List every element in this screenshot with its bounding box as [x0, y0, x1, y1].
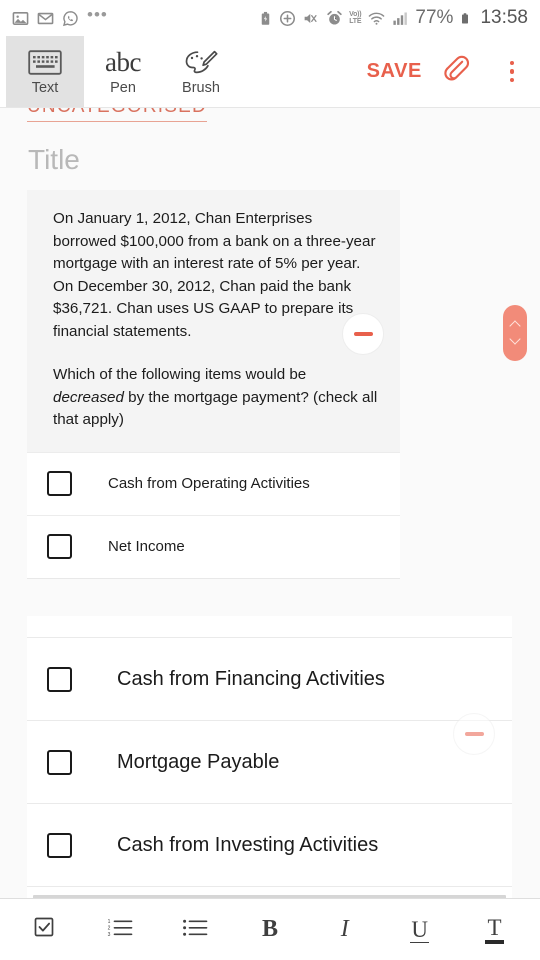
image-icon	[12, 10, 29, 27]
checkbox-list-button[interactable]	[19, 907, 71, 953]
bold-button[interactable]: B	[244, 907, 296, 953]
minus-circle-icon	[353, 332, 373, 336]
option-row-cash-investing[interactable]: Cash from Investing Activities	[27, 804, 512, 887]
text-color-icon: T	[485, 915, 504, 944]
paint-brush-icon	[183, 47, 219, 77]
chevron-down-icon[interactable]	[511, 336, 520, 345]
battery-icon	[459, 10, 471, 27]
option-label: Cash from Financing Activities	[117, 667, 385, 690]
more-notifications-ellipsis: •••	[87, 5, 108, 24]
option-label: Mortgage Payable	[117, 750, 280, 773]
option-row-cash-financing[interactable]: Cash from Financing Activities	[27, 638, 512, 721]
italic-icon: I	[340, 916, 349, 942]
question-paragraph-1: On January 1, 2012, Chan Enterprises bor…	[53, 210, 376, 340]
checkbox-unchecked-icon[interactable]	[47, 832, 72, 858]
bulleted-list-button[interactable]	[169, 907, 221, 953]
underline-button[interactable]: U	[394, 907, 446, 953]
email-icon	[37, 10, 54, 27]
numbered-list-icon: 123	[107, 915, 133, 944]
status-bar: ••• Vo)) LTE 77% 13:58	[0, 0, 540, 36]
question-p2-emphasis: decreased	[53, 388, 124, 406]
tool-text-label: Text	[31, 80, 59, 96]
tool-brush-label: Brush	[182, 80, 220, 96]
format-toolbar: 123 B I U T	[0, 898, 540, 960]
options-block-header	[27, 616, 512, 638]
checkbox-list-icon	[33, 915, 57, 944]
bold-icon: B	[261, 916, 278, 942]
checkbox-unchecked-icon[interactable]	[47, 666, 72, 692]
option-row-cash-operating[interactable]: Cash from Operating Activities	[27, 451, 400, 515]
plus-circle-icon	[279, 10, 296, 27]
battery-percent-label: 77%	[415, 7, 454, 28]
question-card[interactable]: On January 1, 2012, Chan Enterprises bor…	[27, 190, 400, 452]
overflow-menu-button[interactable]	[484, 36, 540, 107]
svg-text:1: 1	[108, 919, 111, 925]
remove-question-block-button[interactable]	[342, 313, 384, 355]
scroll-drag-handle[interactable]	[503, 305, 527, 361]
status-bar-indicators: Vo)) LTE 77% 13:58	[258, 7, 528, 29]
attach-button[interactable]	[428, 36, 484, 107]
option-label: Cash from Operating Activities	[108, 475, 310, 492]
kebab-menu-icon	[509, 60, 515, 83]
battery-saver-icon	[258, 10, 273, 27]
italic-button[interactable]: I	[319, 907, 371, 953]
keyboard-icon	[28, 47, 62, 77]
block-divider	[27, 577, 400, 579]
option-row-mortgage-payable[interactable]: Mortgage Payable	[27, 721, 512, 804]
checkbox-unchecked-icon[interactable]	[47, 534, 72, 559]
tool-pen[interactable]: abc Pen	[84, 36, 162, 107]
text-color-button[interactable]: T	[468, 907, 520, 953]
editor-toolbar: Text abc Pen Brush SAVE	[0, 36, 540, 108]
wifi-icon	[367, 10, 386, 27]
save-button[interactable]: SAVE	[361, 36, 428, 107]
underline-icon: U	[410, 916, 429, 943]
question-p2-before: Which of the following items would be	[53, 366, 307, 383]
status-bar-notifications: •••	[12, 5, 108, 27]
alarm-icon	[326, 10, 343, 27]
paperclip-icon	[442, 54, 470, 89]
tool-brush[interactable]: Brush	[162, 36, 240, 107]
question-paragraph-2: Which of the following items would be de…	[53, 364, 378, 432]
option-label: Cash from Investing Activities	[117, 833, 379, 856]
svg-text:2: 2	[108, 926, 111, 932]
tool-pen-label: Pen	[110, 80, 136, 96]
options-block-footer	[27, 887, 512, 898]
chevron-up-icon[interactable]	[511, 321, 520, 330]
remove-options-block-button[interactable]	[453, 713, 495, 755]
svg-text:3: 3	[108, 932, 111, 938]
signal-icon	[392, 10, 409, 27]
clock-label: 13:58	[480, 7, 528, 28]
question-block: On January 1, 2012, Chan Enterprises bor…	[27, 190, 400, 579]
tool-text[interactable]: Text	[6, 36, 84, 107]
abc-icon: abc	[105, 46, 141, 77]
bulleted-list-icon	[182, 915, 208, 944]
volte-icon: Vo)) LTE	[349, 10, 362, 26]
option-row-net-income[interactable]: Net Income	[27, 514, 400, 578]
whatsapp-icon	[62, 10, 79, 27]
resize-bar[interactable]	[33, 895, 506, 898]
minus-circle-icon	[464, 732, 484, 736]
numbered-list-button[interactable]: 123	[94, 907, 146, 953]
options-block: Cash from Financing Activities Mortgage …	[27, 616, 512, 898]
mute-vibrate-icon	[302, 10, 320, 27]
checkbox-unchecked-icon[interactable]	[47, 471, 72, 496]
option-label: Net Income	[108, 538, 185, 555]
category-label[interactable]: UNCATEGORISED	[27, 108, 207, 122]
checkbox-unchecked-icon[interactable]	[47, 749, 72, 775]
title-input[interactable]: Title	[28, 144, 80, 176]
note-body: UNCATEGORISED Title On January 1, 2012, …	[0, 108, 540, 898]
note-editor-screen: ••• Vo)) LTE 77% 13:58 Text abc Pen Brus…	[0, 0, 540, 960]
